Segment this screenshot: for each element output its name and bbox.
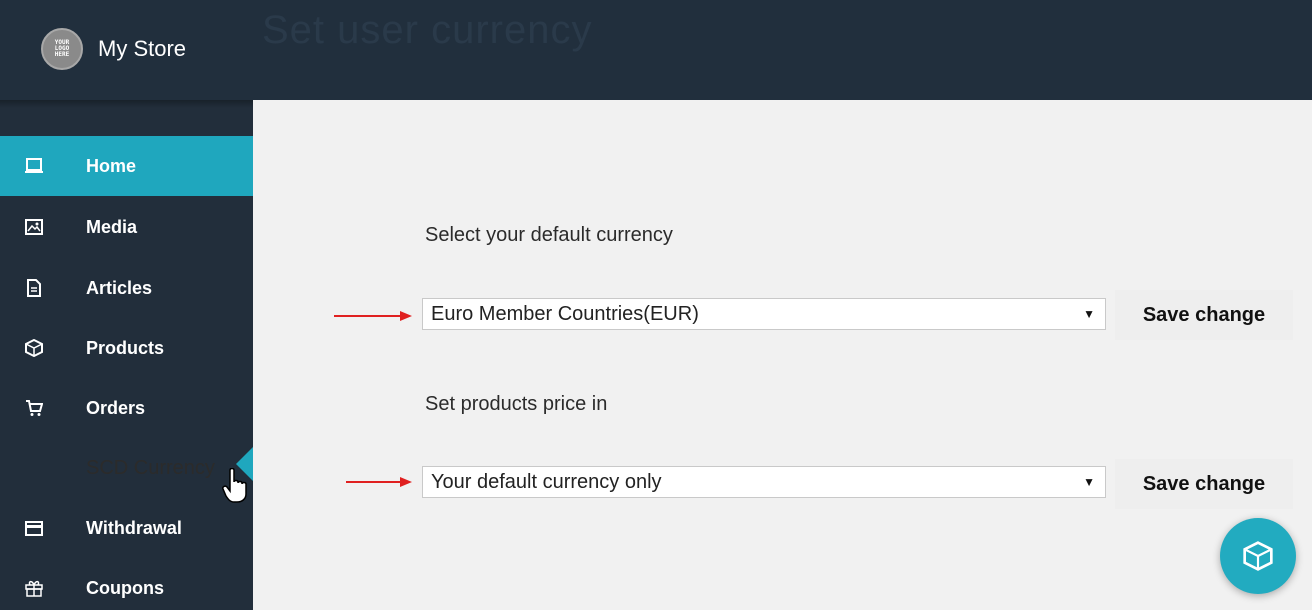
cube-icon <box>24 338 44 358</box>
sidebar-item-articles[interactable]: Articles <box>0 258 253 318</box>
brand[interactable]: YOUR LOGO HERE My Store <box>41 28 186 70</box>
main-content <box>253 100 1312 610</box>
cube-icon <box>1243 541 1273 571</box>
red-arrow-icon <box>346 477 412 487</box>
sidebar-item-home[interactable]: Home <box>0 136 253 196</box>
sidebar-item-label: Withdrawal <box>86 517 182 538</box>
sidebar-item-label: Products <box>86 337 165 358</box>
sidebar-item-label: Orders <box>86 397 146 418</box>
save-default-currency-button[interactable]: Save change <box>1115 290 1293 340</box>
sidebar-item-label: Media <box>86 216 138 237</box>
gift-icon <box>24 578 44 598</box>
image-icon <box>24 217 44 237</box>
sidebar-item-withdrawal[interactable]: Withdrawal <box>0 498 253 558</box>
cart-icon <box>24 398 44 418</box>
chevron-down-icon: ▼ <box>1083 475 1095 489</box>
sidebar-item-label: Home <box>86 155 137 176</box>
store-name: My Store <box>98 36 187 61</box>
default-currency-select[interactable]: Euro Member Countries(EUR) ▼ <box>422 298 1106 330</box>
logo-text: YOUR LOGO HERE <box>54 39 70 58</box>
sidebar-item-coupons[interactable]: Coupons <box>0 558 253 610</box>
sidebar-item-products[interactable]: Products <box>0 318 253 378</box>
store-logo: YOUR LOGO HERE <box>41 28 83 70</box>
price-currency-label: Set products price in <box>425 393 608 415</box>
default-currency-label: Select your default currency <box>425 224 673 246</box>
page-title: Set user currency <box>262 8 593 52</box>
sidebar-item-label: Coupons <box>86 577 164 598</box>
sidebar-item-orders[interactable]: Orders <box>0 378 253 438</box>
laptop-icon <box>24 156 44 176</box>
save-price-currency-button[interactable]: Save change <box>1115 459 1293 509</box>
sidebar-item-label: SCD Currency <box>86 456 215 479</box>
price-currency-value: Your default currency only <box>431 470 662 493</box>
sidebar-item-scd-currency[interactable]: SCD Currency <box>0 438 253 498</box>
top-bar: YOUR LOGO HERE My Store Set user currenc… <box>0 0 1312 100</box>
red-arrow-icon <box>334 311 412 321</box>
price-currency-select[interactable]: Your default currency only ▼ <box>422 466 1106 498</box>
sidebar-item-label: Articles <box>86 277 153 298</box>
credit-card-icon <box>24 518 44 538</box>
document-icon <box>24 278 44 298</box>
chevron-down-icon: ▼ <box>1083 307 1095 321</box>
sidebar-shadow <box>0 100 253 108</box>
default-currency-value: Euro Member Countries(EUR) <box>431 302 699 325</box>
floating-action-button[interactable] <box>1220 518 1296 594</box>
sidebar-item-media[interactable]: Media <box>0 197 253 257</box>
